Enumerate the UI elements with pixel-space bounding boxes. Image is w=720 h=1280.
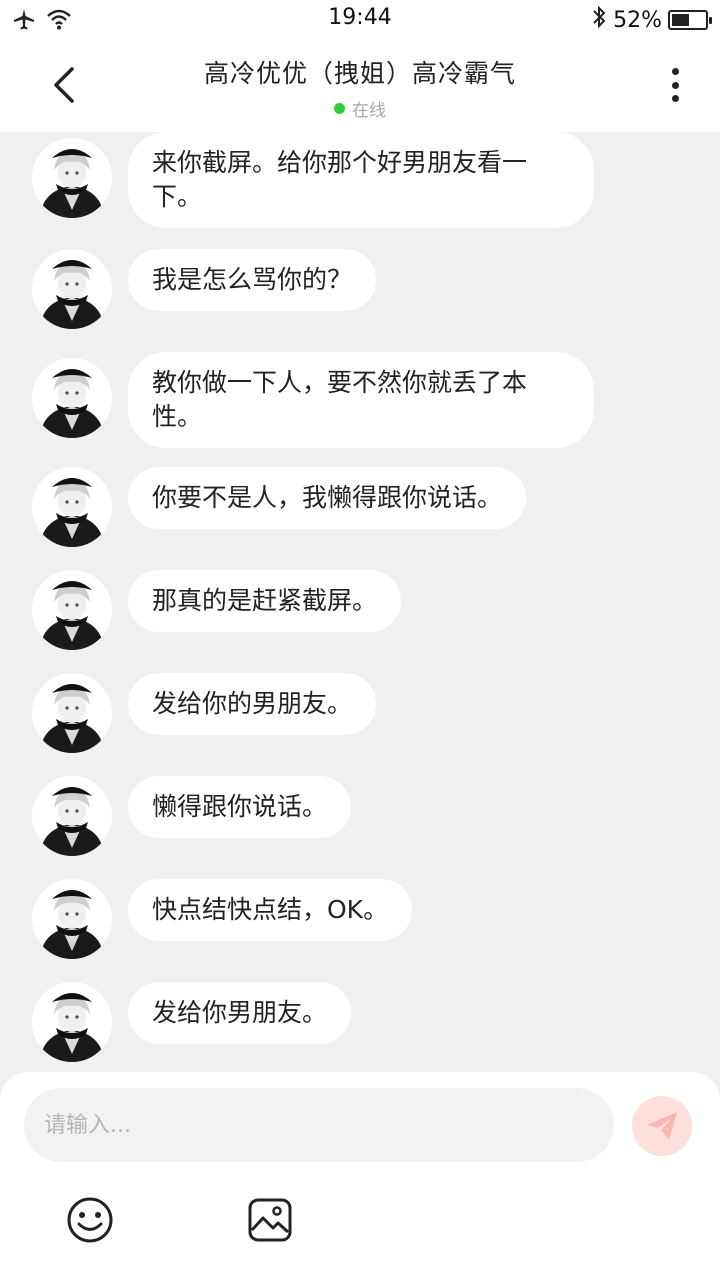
avatar[interactable] [32,982,112,1062]
message-bubble[interactable]: 那真的是赶紧截屏。 [128,570,402,632]
online-status-label: 在线 [352,101,386,121]
message-composer [0,1072,720,1280]
avatar[interactable] [32,467,112,547]
message-list[interactable]: 来你截屏。给你那个好男朋友看一下。 我是怎么骂你的？ 教你做一下人，要不然你就丢… [0,132,720,1072]
chat-title: 高冷优优（拽姐）高冷霸气 [203,59,516,88]
more-options-button[interactable] [660,63,690,107]
battery-icon [668,10,712,30]
message-bubble[interactable]: 快点结快点结，OK。 [128,879,413,941]
chevron-left-icon [54,67,74,103]
message-bubble[interactable]: 懒得跟你说话。 [128,776,352,838]
emoji-button[interactable] [66,1196,114,1244]
avatar[interactable] [32,358,112,438]
message-bubble[interactable]: 来你截屏。给你那个好男朋友看一下。 [128,132,594,228]
send-icon [647,1112,677,1140]
message-bubble[interactable]: 发给你男朋友。 [128,982,352,1044]
send-button[interactable] [632,1096,692,1156]
avatar[interactable] [32,673,112,753]
online-dot-icon [334,103,345,114]
message-bubble[interactable]: 我是怎么骂你的？ [128,249,377,311]
battery-percent: 52% [613,7,662,33]
message-bubble[interactable]: 你要不是人，我懒得跟你说话。 [128,467,527,529]
chat-header: 高冷优优（拽姐）高冷霸气 在线 [0,38,720,132]
avatar[interactable] [32,879,112,959]
battery-level [672,14,689,26]
avatar[interactable] [32,570,112,650]
message-input[interactable] [24,1088,614,1162]
message-bubble[interactable]: 教你做一下人，要不然你就丢了本性。 [128,352,594,448]
emoji-icon [67,1197,113,1243]
image-icon [248,1198,292,1242]
back-button[interactable] [38,60,88,110]
status-bar: 19:44 52% [0,0,720,38]
avatar[interactable] [32,138,112,218]
bluetooth-icon [591,5,607,35]
online-status: 在线 [334,96,386,121]
image-button[interactable] [246,1196,294,1244]
avatar[interactable] [32,776,112,856]
more-dot-icon [671,95,679,102]
message-bubble[interactable]: 发给你的男朋友。 [128,673,377,735]
avatar[interactable] [32,249,112,329]
more-dot-icon [671,68,679,75]
more-dot-icon [671,81,679,89]
